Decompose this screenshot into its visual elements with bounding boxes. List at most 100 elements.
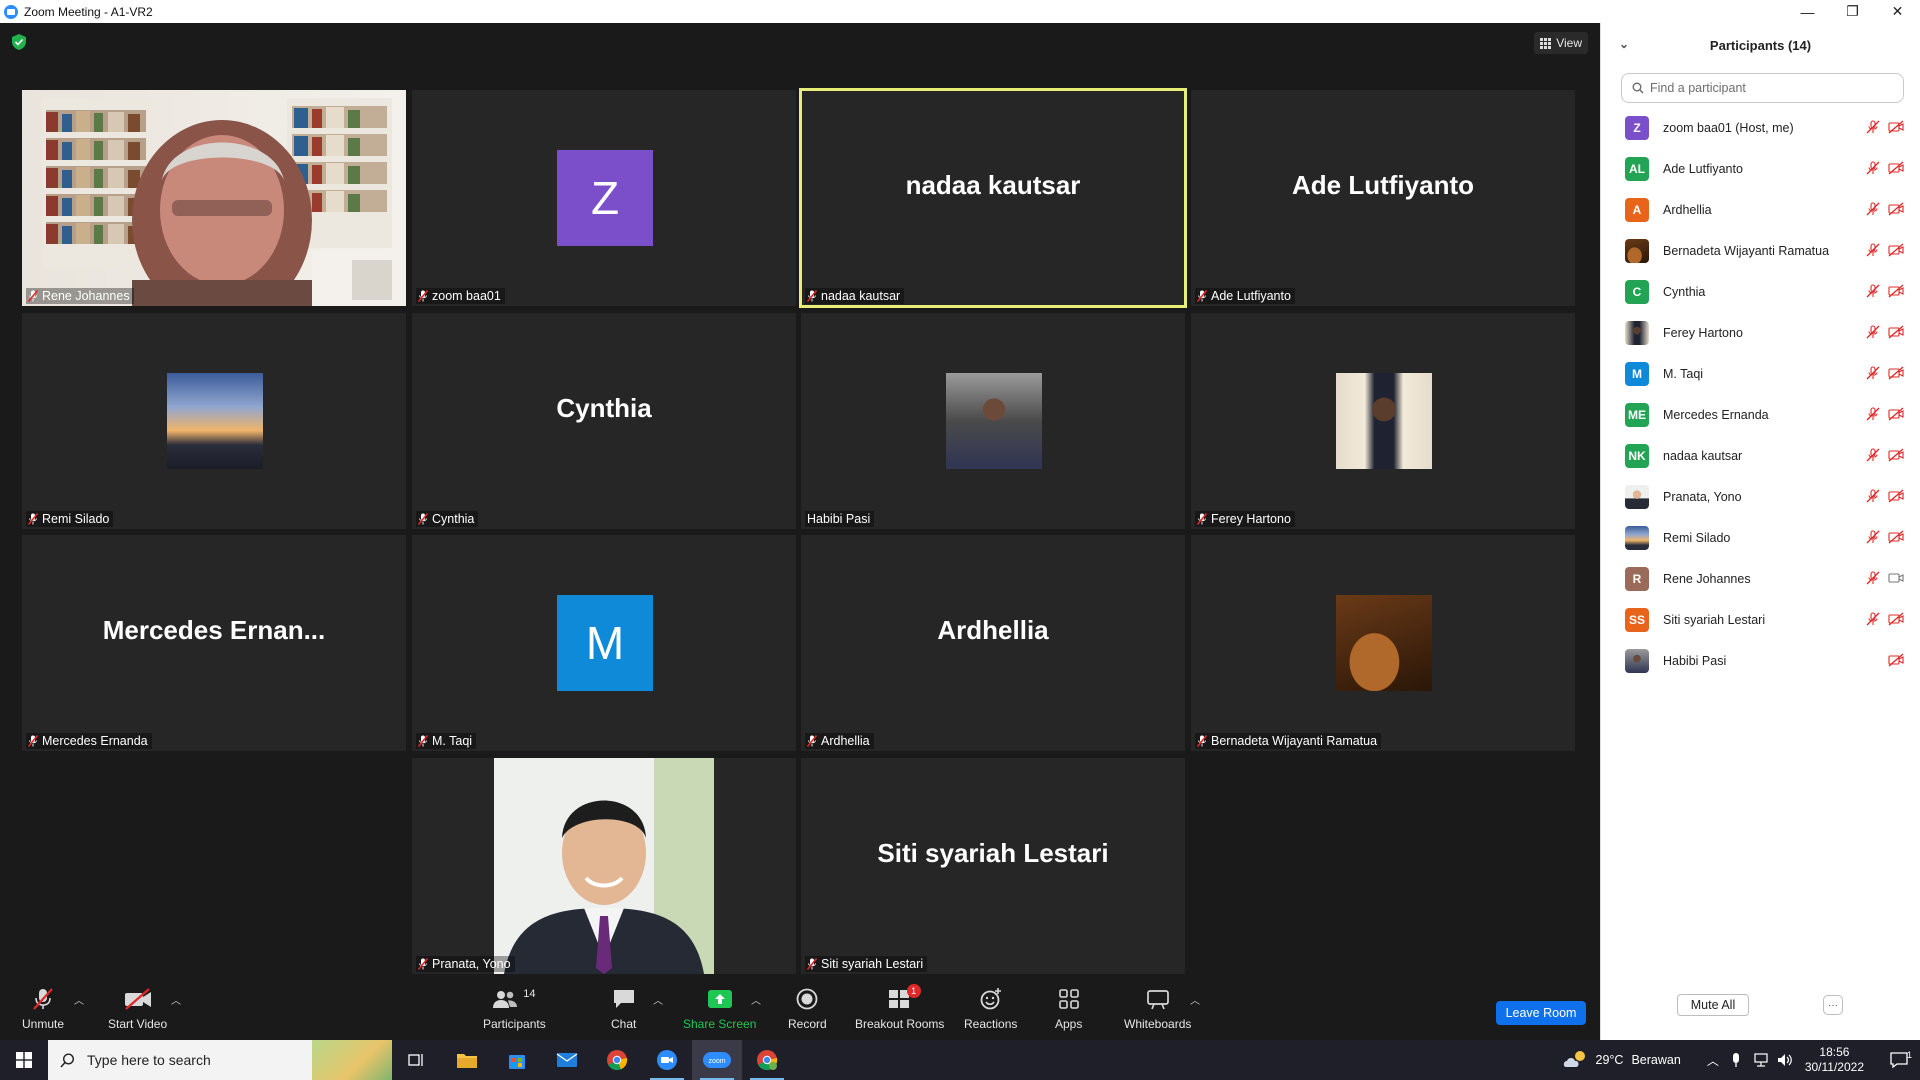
video-tile[interactable]: Siti syariah Lestari Siti syariah Lestari	[801, 758, 1185, 974]
mute-all-button[interactable]: Mute All	[1677, 994, 1749, 1016]
more-options-button[interactable]: ···	[1823, 995, 1843, 1015]
clock[interactable]: 18:56 30/11/2022	[1805, 1045, 1864, 1075]
mic-muted-icon[interactable]	[1866, 120, 1880, 134]
participant-search-placeholder: Find a participant	[1650, 81, 1746, 95]
video-off-icon[interactable]	[1888, 325, 1904, 339]
video-off-icon[interactable]	[1888, 407, 1904, 421]
share-options-caret[interactable]: ︿	[751, 992, 761, 1007]
participant-row[interactable]: NK nadaa kautsar	[1601, 435, 1920, 476]
video-off-icon[interactable]	[1888, 161, 1904, 175]
mic-muted-icon[interactable]	[1866, 489, 1880, 503]
weather-temperature[interactable]: 29°C	[1596, 1053, 1624, 1067]
share-screen-button[interactable]: Share Screen	[683, 986, 756, 1031]
video-tile[interactable]: Cynthia Cynthia	[412, 313, 796, 529]
video-off-icon[interactable]	[1888, 243, 1904, 257]
task-view-button[interactable]	[392, 1040, 442, 1080]
participant-row[interactable]: SS Siti syariah Lestari	[1601, 599, 1920, 640]
participant-row[interactable]: AL Ade Lutfiyanto	[1601, 148, 1920, 189]
video-tile[interactable]: Zzoom baa01	[412, 90, 796, 306]
notifications-button[interactable]: 1	[1878, 1040, 1920, 1080]
minimize-button[interactable]: —	[1785, 0, 1830, 23]
participant-row[interactable]: Zzoom baa01 (Host, me)	[1601, 107, 1920, 148]
video-tile[interactable]: Ardhellia Ardhellia	[801, 535, 1185, 751]
participant-row[interactable]: M M. Taqi	[1601, 353, 1920, 394]
mic-muted-icon[interactable]	[1866, 284, 1880, 298]
video-off-icon[interactable]	[1888, 366, 1904, 380]
apps-button[interactable]: Apps	[1055, 986, 1082, 1031]
mic-muted-icon[interactable]	[1866, 407, 1880, 421]
participants-panel: ⌄ Participants (14) Find a participant Z…	[1600, 23, 1920, 1040]
file-explorer-button[interactable]	[442, 1040, 492, 1080]
mic-muted-icon[interactable]	[1866, 571, 1880, 585]
mic-muted-icon[interactable]	[1866, 366, 1880, 380]
participant-row[interactable]: Pranata, Yono	[1601, 476, 1920, 517]
restore-button[interactable]: ❐	[1830, 0, 1875, 23]
start-button[interactable]	[0, 1040, 48, 1080]
audio-options-caret[interactable]: ︿	[74, 992, 84, 1007]
video-tile[interactable]: Remi Silado	[22, 313, 406, 529]
mic-muted-icon[interactable]	[1866, 161, 1880, 175]
weather-description[interactable]: Berawan	[1631, 1053, 1680, 1067]
participants-button[interactable]: 14 Participants	[483, 986, 546, 1031]
video-off-icon[interactable]	[1888, 202, 1904, 216]
video-tile[interactable]: Mercedes Ernan... Mercedes Ernanda	[22, 535, 406, 751]
participant-row[interactable]: ME Mercedes Ernanda	[1601, 394, 1920, 435]
video-tile[interactable]: Rene Johannes	[22, 90, 406, 306]
participant-row[interactable]: Habibi Pasi	[1601, 640, 1920, 681]
participant-search-input[interactable]: Find a participant	[1621, 73, 1904, 103]
mic-muted-icon[interactable]	[1866, 448, 1880, 462]
video-tile[interactable]: Ade Lutfiyanto Ade Lutfiyanto	[1191, 90, 1575, 306]
whiteboards-options-caret[interactable]: ︿	[1190, 992, 1200, 1007]
start-video-button[interactable]: Start Video	[108, 986, 167, 1031]
whiteboards-button[interactable]: Whiteboards	[1124, 986, 1191, 1031]
video-options-caret[interactable]: ︿	[171, 992, 181, 1007]
leave-room-button[interactable]: Leave Room	[1496, 1001, 1586, 1025]
chat-button[interactable]: Chat	[611, 986, 636, 1031]
video-off-icon[interactable]	[1888, 530, 1904, 544]
mic-muted-icon[interactable]	[1866, 530, 1880, 544]
volume-icon[interactable]	[1777, 1053, 1793, 1067]
video-tile[interactable]: Pranata, Yono	[412, 758, 796, 974]
zoom-taskbar-button[interactable]	[642, 1040, 692, 1080]
mic-muted-icon[interactable]	[1866, 243, 1880, 257]
network-icon[interactable]	[1753, 1053, 1769, 1067]
collapse-chevron-icon[interactable]: ⌄	[1619, 37, 1629, 51]
participant-row[interactable]: C Cynthia	[1601, 271, 1920, 312]
video-tile[interactable]: nadaa kautsar nadaa kautsar	[799, 88, 1187, 308]
view-button[interactable]: View	[1534, 32, 1588, 54]
participant-row[interactable]: R Rene Johannes	[1601, 558, 1920, 599]
mic-muted-icon[interactable]	[1866, 612, 1880, 626]
encryption-shield-icon[interactable]	[12, 34, 26, 50]
microsoft-store-button[interactable]	[492, 1040, 542, 1080]
participant-row[interactable]: Bernadeta Wijayanti Ramatua	[1601, 230, 1920, 271]
mail-button[interactable]	[542, 1040, 592, 1080]
video-on-icon[interactable]	[1888, 571, 1904, 585]
breakout-rooms-button[interactable]: 1 Breakout Rooms	[855, 984, 944, 1031]
mic-muted-icon[interactable]	[1866, 202, 1880, 216]
video-off-icon[interactable]	[1888, 653, 1904, 667]
chrome-button[interactable]	[592, 1040, 642, 1080]
participant-row[interactable]: A Ardhellia	[1601, 189, 1920, 230]
video-tile[interactable]: Habibi Pasi	[801, 313, 1185, 529]
close-button[interactable]: ✕	[1875, 0, 1920, 23]
chat-options-caret[interactable]: ︿	[653, 992, 663, 1007]
show-hidden-icons-chevron[interactable]: ︿	[1707, 1052, 1719, 1069]
unmute-button[interactable]: Unmute	[22, 986, 64, 1031]
video-tile[interactable]: M M. Taqi	[412, 535, 796, 751]
zoom-meeting-taskbar-button[interactable]: zoom	[692, 1040, 742, 1080]
taskbar-search-box[interactable]: Type here to search	[48, 1040, 392, 1080]
video-tile[interactable]: Ferey Hartono	[1191, 313, 1575, 529]
participant-row[interactable]: Remi Silado	[1601, 517, 1920, 558]
video-off-icon[interactable]	[1888, 448, 1904, 462]
participant-row[interactable]: Ferey Hartono	[1601, 312, 1920, 353]
video-tile[interactable]: Bernadeta Wijayanti Ramatua	[1191, 535, 1575, 751]
microphone-tray-icon[interactable]	[1731, 1052, 1741, 1068]
video-off-icon[interactable]	[1888, 120, 1904, 134]
chrome-profile-button[interactable]	[742, 1040, 792, 1080]
reactions-button[interactable]: Reactions	[964, 986, 1017, 1031]
mic-muted-icon[interactable]	[1866, 325, 1880, 339]
video-off-icon[interactable]	[1888, 612, 1904, 626]
video-off-icon[interactable]	[1888, 489, 1904, 503]
record-button[interactable]: Record	[788, 986, 827, 1031]
video-off-icon[interactable]	[1888, 284, 1904, 298]
